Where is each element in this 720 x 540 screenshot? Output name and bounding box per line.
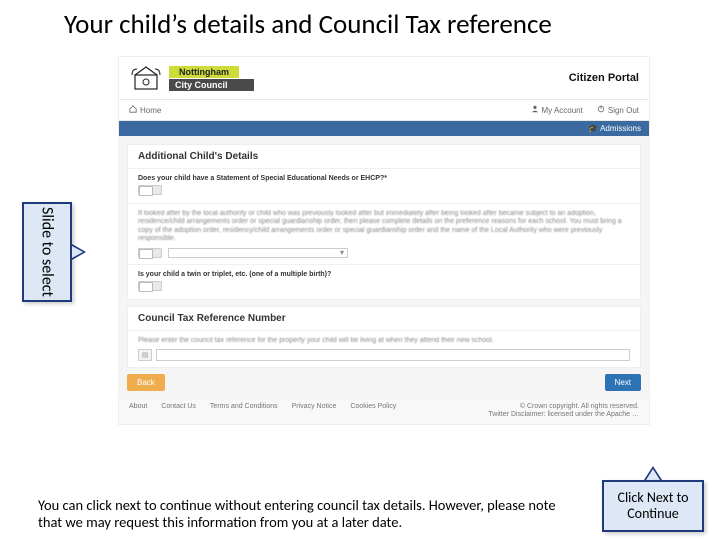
graduation-icon: 🎓 — [588, 124, 598, 133]
city-council-badge: City Council — [169, 79, 254, 91]
home-icon — [129, 105, 137, 115]
ctax-reference-input[interactable] — [156, 349, 630, 361]
footer-about[interactable]: About — [129, 403, 147, 420]
power-icon — [597, 105, 605, 115]
slide-title: Your child’s details and Council Tax ref… — [0, 0, 720, 45]
nottingham-badge: Nottingham — [169, 66, 239, 78]
card-additional-details: Additional Child's Details Does your chi… — [127, 144, 641, 300]
portal-nav: Home My Account Sign Out — [119, 99, 649, 121]
card-ctax-title: Council Tax Reference Number — [128, 307, 640, 330]
person-icon — [531, 105, 539, 115]
callout-left-text: Slide to select — [38, 207, 57, 297]
citizen-portal-screenshot: Nottingham City Council Citizen Portal H… — [118, 56, 650, 425]
section-q3: Is your child a twin or triplet, etc. (o… — [128, 264, 640, 299]
q2-description: If looked after by the local authority o… — [138, 210, 630, 244]
nav-account[interactable]: My Account — [531, 105, 583, 115]
council-badges: Nottingham City Council — [169, 66, 254, 91]
footer-contact[interactable]: Contact Us — [161, 403, 196, 420]
footer-copyright: © Crown copyright. All rights reserved. … — [488, 403, 639, 420]
callout-slide-to-select: Slide to select — [22, 202, 72, 302]
q2-authority-select[interactable] — [168, 248, 348, 258]
card-additional-title: Additional Child's Details — [128, 145, 640, 168]
section-q1: Does your child have a Statement of Spec… — [128, 168, 640, 203]
nav-account-label: My Account — [542, 106, 583, 115]
portal-body: Additional Child's Details Does your chi… — [119, 136, 649, 399]
footer-privacy[interactable]: Privacy Notice — [292, 403, 337, 420]
q1-label: Does your child have a Statement of Spec… — [138, 175, 630, 182]
card-council-tax: Council Tax Reference Number Please ente… — [127, 306, 641, 368]
arrow-up-icon — [644, 466, 662, 480]
q1-toggle[interactable] — [138, 185, 162, 195]
portal-admissions-bar: 🎓 Admissions — [119, 121, 649, 136]
callout-right-text: Click Next to Continue — [604, 490, 702, 522]
q2-toggle[interactable] — [138, 248, 162, 258]
nav-signout-label: Sign Out — [608, 106, 639, 115]
ctax-hint: Please enter the council tax reference f… — [138, 337, 630, 345]
ctax-input-row: ▤ — [138, 349, 630, 361]
portal-actions: Back Next — [127, 374, 641, 391]
slide-container: Your child’s details and Council Tax ref… — [0, 0, 720, 540]
nav-home[interactable]: Home — [129, 105, 161, 115]
footer-terms[interactable]: Terms and Conditions — [210, 403, 278, 420]
section-q2: If looked after by the local authority o… — [128, 203, 640, 264]
nav-signout[interactable]: Sign Out — [597, 105, 639, 115]
arrow-right-icon — [72, 244, 86, 260]
portal-footer: About Contact Us Terms and Conditions Pr… — [119, 399, 649, 424]
slide-caption: You can click next to continue without e… — [38, 497, 558, 532]
next-button[interactable]: Next — [605, 374, 641, 391]
footer-cookies[interactable]: Cookies Policy — [350, 403, 396, 420]
q3-label: Is your child a twin or triplet, etc. (o… — [138, 271, 630, 278]
portal-admissions-label: Admissions — [600, 124, 641, 133]
portal-header: Nottingham City Council Citizen Portal — [119, 57, 649, 99]
callout-click-next: Click Next to Continue — [602, 480, 704, 532]
section-ctax: Please enter the council tax reference f… — [128, 330, 640, 367]
document-icon: ▤ — [138, 349, 152, 361]
portal-name: Citizen Portal — [569, 72, 639, 84]
nav-home-label: Home — [140, 106, 161, 115]
back-button[interactable]: Back — [127, 374, 165, 391]
council-crest-icon — [129, 63, 163, 93]
q3-toggle[interactable] — [138, 281, 162, 291]
